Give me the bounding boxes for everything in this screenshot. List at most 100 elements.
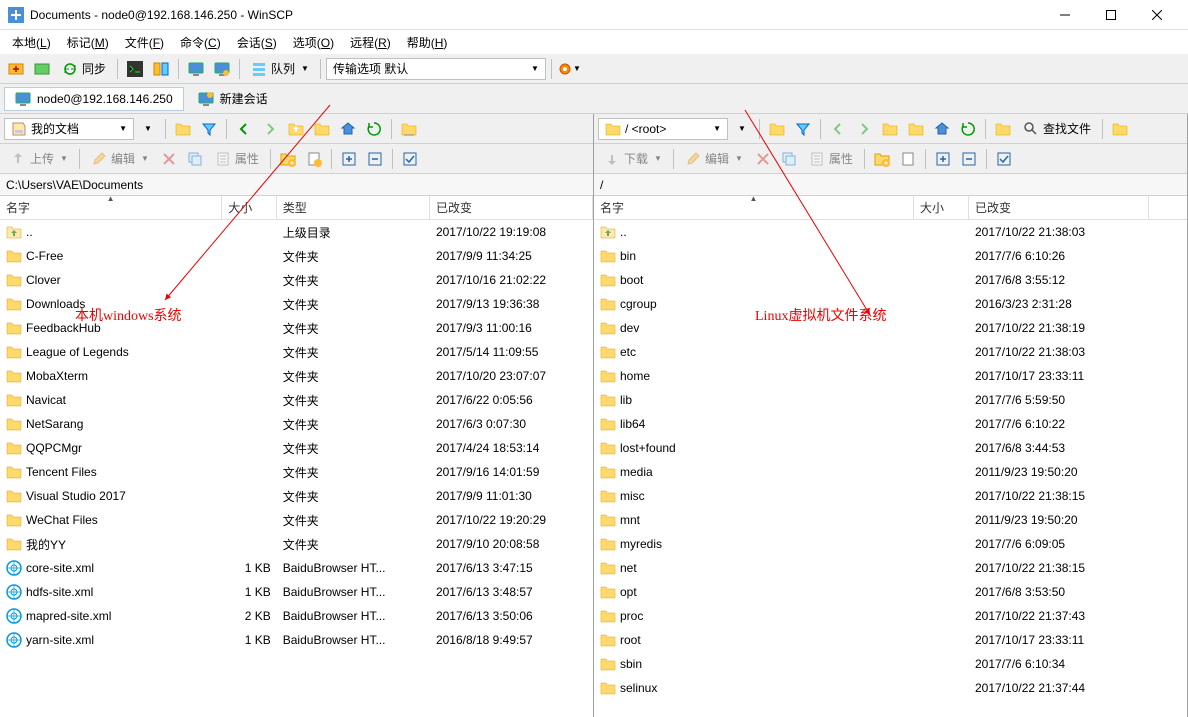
remote-home-icon[interactable] xyxy=(930,117,954,141)
list-item[interactable]: Downloads文件夹2017/9/13 19:36:38 xyxy=(0,292,593,316)
list-item[interactable]: ..2017/10/22 21:38:03 xyxy=(594,220,1187,244)
list-item[interactable]: ..上级目录2017/10/22 19:19:08 xyxy=(0,220,593,244)
menu-item-5[interactable]: 选项(O) xyxy=(285,31,342,54)
close-button[interactable] xyxy=(1134,0,1180,30)
menu-item-2[interactable]: 文件(F) xyxy=(117,31,172,54)
menu-item-6[interactable]: 远程(R) xyxy=(342,31,399,54)
add-bookmark-icon[interactable] xyxy=(184,57,208,81)
session-tab-active[interactable]: node0@192.168.146.250 xyxy=(4,87,184,111)
list-item[interactable]: Navicat文件夹2017/6/22 0:05:56 xyxy=(0,388,593,412)
local-col-type[interactable]: 类型 xyxy=(277,196,430,219)
remote-copy-icon[interactable] xyxy=(777,147,801,171)
list-item[interactable]: lib2017/7/6 5:59:50 xyxy=(594,388,1187,412)
remote-root-icon[interactable] xyxy=(904,117,928,141)
list-item[interactable]: home2017/10/17 23:33:11 xyxy=(594,364,1187,388)
local-collapse-icon[interactable] xyxy=(363,147,387,171)
local-expand-icon[interactable] xyxy=(337,147,361,171)
menu-item-4[interactable]: 会话(S) xyxy=(229,31,285,54)
list-item[interactable]: sbin2017/7/6 6:10:34 xyxy=(594,652,1187,676)
remote-drive-select[interactable]: ▼ xyxy=(730,117,754,141)
menu-item-1[interactable]: 标记(M) xyxy=(59,31,117,54)
remote-edit-button[interactable]: 编辑▼ xyxy=(679,147,749,171)
local-properties-button[interactable]: 属性 xyxy=(209,147,265,171)
local-open-folder-icon[interactable] xyxy=(171,117,195,141)
remote-back-icon[interactable] xyxy=(826,117,850,141)
sites-icon[interactable] xyxy=(30,57,54,81)
list-item[interactable]: proc2017/10/22 21:37:43 xyxy=(594,604,1187,628)
synchronize-button[interactable]: 同步 xyxy=(56,57,112,81)
list-item[interactable]: yarn-site.xml1 KBBaiduBrowser HT...2016/… xyxy=(0,628,593,652)
remote-delete-icon[interactable] xyxy=(751,147,775,171)
list-item[interactable]: C-Free文件夹2017/9/9 11:34:25 xyxy=(0,244,593,268)
list-item[interactable]: root2017/10/17 23:33:11 xyxy=(594,628,1187,652)
local-new-file-icon[interactable] xyxy=(302,147,326,171)
list-item[interactable]: NetSarang文件夹2017/6/3 0:07:30 xyxy=(0,412,593,436)
local-drive-select[interactable]: ▼ xyxy=(136,117,160,141)
list-item[interactable]: FeedbackHub文件夹2017/9/3 11:00:16 xyxy=(0,316,593,340)
local-col-size[interactable]: 大小 xyxy=(222,196,276,219)
local-copy-icon[interactable] xyxy=(183,147,207,171)
remote-filter-icon[interactable] xyxy=(791,117,815,141)
remote-new-file-icon[interactable] xyxy=(896,147,920,171)
new-session-icon[interactable] xyxy=(4,57,28,81)
list-item[interactable]: lost+found2017/6/8 3:44:53 xyxy=(594,436,1187,460)
remote-col-size[interactable]: 大小 xyxy=(914,196,969,219)
remote-path-dropdown[interactable]: / <root> ▼ xyxy=(598,118,728,140)
menu-item-3[interactable]: 命令(C) xyxy=(172,31,229,54)
list-item[interactable]: mnt2011/9/23 19:50:20 xyxy=(594,508,1187,532)
remote-collapse-icon[interactable] xyxy=(957,147,981,171)
local-path-dropdown[interactable]: 我的文档 ▼ xyxy=(4,118,134,140)
list-item[interactable]: WeChat Files文件夹2017/10/22 19:20:29 xyxy=(0,508,593,532)
list-item[interactable]: hdfs-site.xml1 KBBaiduBrowser HT...2017/… xyxy=(0,580,593,604)
list-item[interactable]: mapred-site.xml2 KBBaiduBrowser HT...201… xyxy=(0,604,593,628)
minimize-button[interactable] xyxy=(1042,0,1088,30)
list-item[interactable]: core-site.xml1 KBBaiduBrowser HT...2017/… xyxy=(0,556,593,580)
transfer-settings-dropdown[interactable]: 传输选项 默认▼ xyxy=(326,58,546,80)
local-new-folder-icon[interactable] xyxy=(276,147,300,171)
list-item[interactable]: Visual Studio 2017文件夹2017/9/9 11:01:30 xyxy=(0,484,593,508)
remote-file-list[interactable]: ▲名字 大小 已改变 ..2017/10/22 21:38:03bin2017/… xyxy=(594,196,1187,717)
local-home-icon[interactable] xyxy=(336,117,360,141)
list-item[interactable]: misc2017/10/22 21:38:15 xyxy=(594,484,1187,508)
compare-icon[interactable] xyxy=(149,57,173,81)
remote-col-name[interactable]: ▲名字 xyxy=(594,196,914,219)
list-item[interactable]: QQPCMgr文件夹2017/4/24 18:53:14 xyxy=(0,436,593,460)
list-item[interactable]: selinux2017/10/22 21:37:44 xyxy=(594,676,1187,700)
remote-download-button[interactable]: 下载▼ xyxy=(598,147,668,171)
list-item[interactable]: bin2017/7/6 6:10:26 xyxy=(594,244,1187,268)
maximize-button[interactable] xyxy=(1088,0,1134,30)
local-back-icon[interactable] xyxy=(232,117,256,141)
remote-expand-icon[interactable] xyxy=(931,147,955,171)
remote-check-icon[interactable] xyxy=(992,147,1016,171)
list-item[interactable]: myredis2017/7/6 6:09:05 xyxy=(594,532,1187,556)
list-item[interactable]: MobaXterm文件夹2017/10/20 23:07:07 xyxy=(0,364,593,388)
local-file-list[interactable]: ▲名字 大小 类型 已改变 ..上级目录2017/10/22 19:19:08C… xyxy=(0,196,593,717)
list-item[interactable]: boot2017/6/8 3:55:12 xyxy=(594,268,1187,292)
list-item[interactable]: Clover文件夹2017/10/16 21:02:22 xyxy=(0,268,593,292)
list-item[interactable]: cgroup2016/3/23 2:31:28 xyxy=(594,292,1187,316)
queue-button[interactable]: 队列▼ xyxy=(245,57,315,81)
local-col-name[interactable]: ▲名字 xyxy=(0,196,222,219)
local-forward-icon[interactable] xyxy=(258,117,282,141)
local-refresh-icon[interactable] xyxy=(362,117,386,141)
list-item[interactable]: lib642017/7/6 6:10:22 xyxy=(594,412,1187,436)
local-root-icon[interactable] xyxy=(310,117,334,141)
remote-properties-button[interactable]: 属性 xyxy=(803,147,859,171)
local-tree-icon[interactable] xyxy=(397,117,421,141)
console-icon[interactable] xyxy=(123,57,147,81)
remote-refresh-icon[interactable] xyxy=(956,117,980,141)
menu-item-7[interactable]: 帮助(H) xyxy=(399,31,456,54)
list-item[interactable]: 我的YY文件夹2017/9/10 20:08:58 xyxy=(0,532,593,556)
remote-tree-icon[interactable] xyxy=(991,117,1015,141)
list-item[interactable]: League of Legends文件夹2017/5/14 11:09:55 xyxy=(0,340,593,364)
remote-find-button[interactable]: 查找文件 xyxy=(1017,117,1097,141)
local-parent-icon[interactable] xyxy=(284,117,308,141)
local-delete-icon[interactable] xyxy=(157,147,181,171)
list-item[interactable]: media2011/9/23 19:50:20 xyxy=(594,460,1187,484)
list-item[interactable]: dev2017/10/22 21:38:19 xyxy=(594,316,1187,340)
remote-new-folder-icon[interactable] xyxy=(870,147,894,171)
remote-parent-icon[interactable] xyxy=(878,117,902,141)
list-item[interactable]: Tencent Files文件夹2017/9/16 14:01:59 xyxy=(0,460,593,484)
local-check-icon[interactable] xyxy=(398,147,422,171)
list-item[interactable]: etc2017/10/22 21:38:03 xyxy=(594,340,1187,364)
